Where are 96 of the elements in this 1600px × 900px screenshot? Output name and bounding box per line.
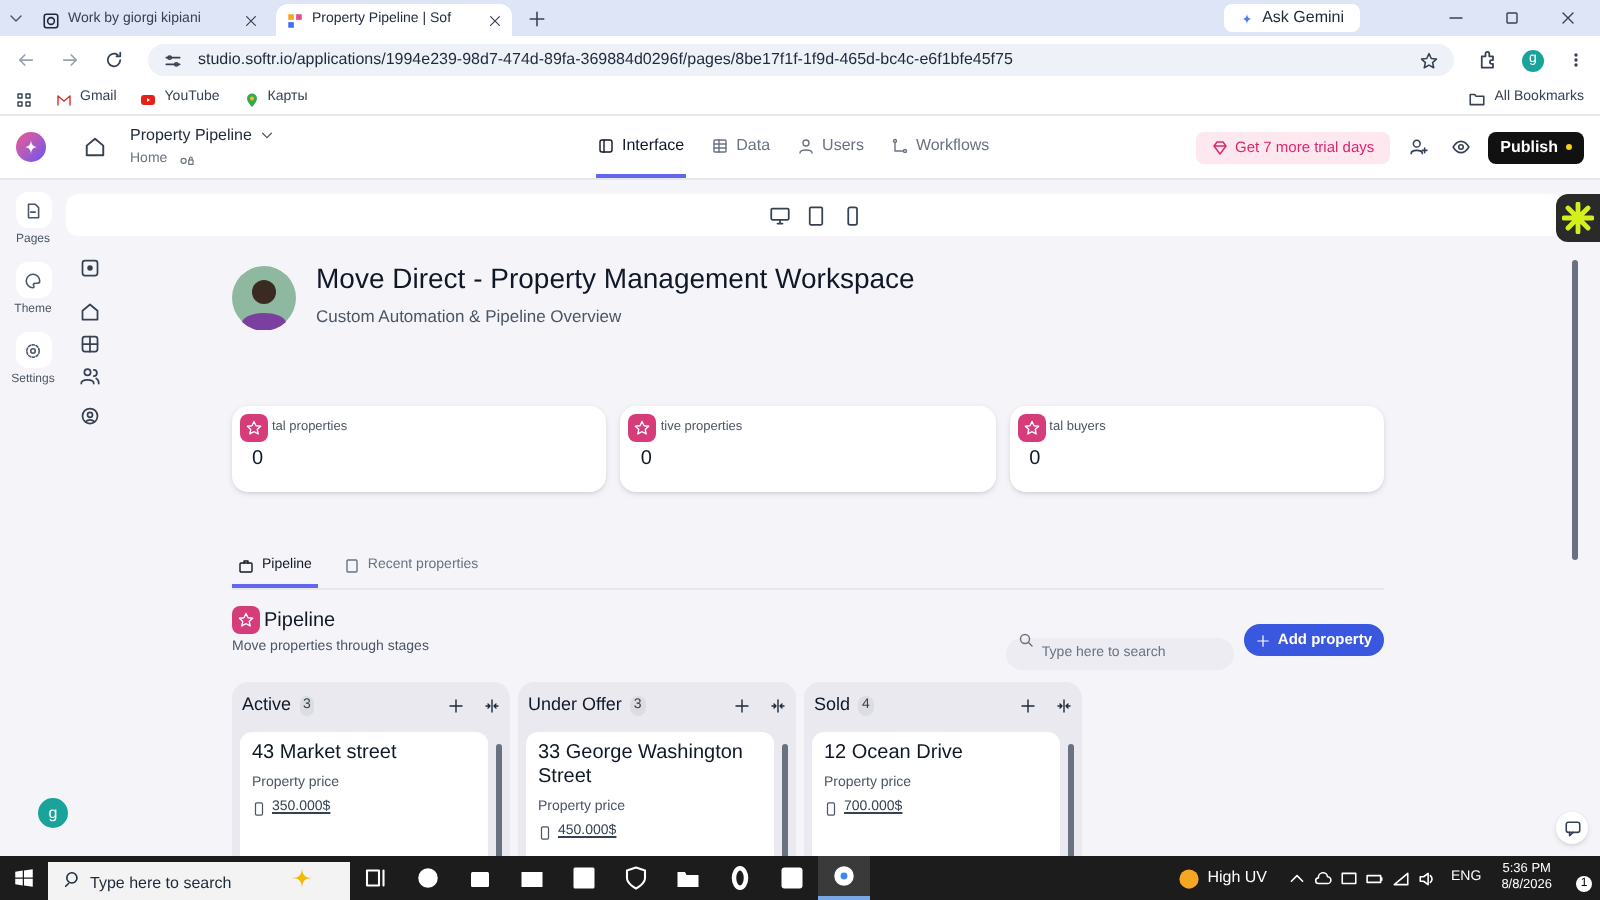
chat-icon <box>1563 819 1581 837</box>
profile-photo-icon <box>232 266 296 330</box>
shield-icon[interactable] <box>624 866 648 890</box>
chevron-up-icon[interactable] <box>1287 869 1306 887</box>
app-name[interactable]: Property Pipeline <box>130 123 252 148</box>
lock-icon <box>175 154 198 166</box>
home-icon[interactable] <box>80 302 100 322</box>
star-icon <box>246 420 262 436</box>
phone-icon[interactable] <box>841 205 861 225</box>
stat-value: 0 <box>640 446 654 474</box>
url-text: studio.softr.io/applications/1994e239-98d7-474d-89fa-369884d0296f/pages/8be17f1f-1f9d-465d-bc4c-e6f1bfe45f75 <box>198 48 1015 72</box>
maximize-icon[interactable] <box>1504 10 1520 26</box>
caret-icon[interactable] <box>8 10 24 26</box>
column-title: Active <box>242 692 292 718</box>
phone-icon <box>252 801 266 816</box>
sun-icon <box>1177 867 1200 889</box>
search-icon <box>1017 632 1034 648</box>
puzzle-icon[interactable] <box>1478 50 1498 70</box>
grid-icon[interactable] <box>80 334 100 354</box>
star-icon[interactable] <box>1420 51 1438 69</box>
plus-icon[interactable] <box>448 697 464 714</box>
caret-icon[interactable] <box>259 128 274 143</box>
page-icon <box>343 558 360 575</box>
flow-icon <box>891 137 908 153</box>
monitor-icon[interactable] <box>769 205 789 225</box>
user-circle-icon[interactable] <box>80 406 100 426</box>
page-subtitle: Custom Automation & Pipeline Overview <box>316 304 624 330</box>
column-title: Sold <box>814 692 851 718</box>
table-icon <box>712 137 729 153</box>
more-icon[interactable] <box>1568 50 1584 70</box>
folder-icon <box>1468 90 1487 108</box>
forward-icon[interactable] <box>60 50 80 70</box>
plus-icon[interactable] <box>1020 697 1036 714</box>
search-icon <box>64 870 82 888</box>
star-icon <box>1023 420 1040 436</box>
asterisk-icon <box>1562 202 1594 234</box>
play-icon <box>140 91 157 107</box>
sparkle-icon <box>1240 11 1255 25</box>
apps-grid-icon[interactable] <box>16 91 32 107</box>
reload-icon[interactable] <box>104 50 124 70</box>
plus-icon[interactable] <box>734 697 750 714</box>
panel-icon <box>598 137 614 153</box>
close-icon[interactable] <box>244 13 258 27</box>
battery-icon[interactable] <box>1365 869 1384 887</box>
page-title: Move Direct - Property Management Workspace <box>316 260 915 299</box>
ring-icon[interactable] <box>728 866 752 890</box>
diamond-icon <box>1211 139 1227 155</box>
resize-icon[interactable] <box>770 697 786 714</box>
grid-icon <box>286 11 304 29</box>
volume-icon[interactable] <box>1417 869 1436 887</box>
stat-value: 0 <box>1029 446 1043 474</box>
home-icon[interactable] <box>84 136 106 158</box>
page-icon <box>24 201 42 219</box>
address-bar[interactable]: studio.softr.io/applications/1994e239-98d7-474d-89fa-369884d0296f/pages/8be17f1f-1f9d-465d-bc4c-e6f1bfe45f75 <box>148 44 1454 76</box>
extension-widget[interactable] <box>1556 194 1600 242</box>
plus-icon[interactable] <box>528 9 546 27</box>
task-view-icon[interactable] <box>364 866 388 890</box>
sliders-icon <box>164 51 182 69</box>
phone-icon <box>824 801 838 816</box>
column-title: Under Offer <box>528 692 622 718</box>
section-title: Pipeline <box>264 607 336 635</box>
settings-icon <box>24 341 42 359</box>
user-icon <box>798 137 815 153</box>
star-icon <box>238 612 254 628</box>
cloud-icon[interactable] <box>1313 869 1332 887</box>
property-title: 12 Ocean Drive <box>824 741 965 765</box>
map-pin-icon <box>243 91 260 107</box>
nav-tab[interactable]: Data <box>710 116 773 178</box>
close-icon[interactable] <box>1560 10 1576 26</box>
resize-icon[interactable] <box>1056 697 1072 714</box>
plus-icon <box>1255 633 1270 647</box>
back-icon[interactable] <box>16 50 36 70</box>
chat-button[interactable] <box>1556 812 1588 844</box>
taskbar-search-field[interactable]: Type here to search <box>48 861 350 900</box>
windows-icon <box>14 868 34 888</box>
phone-icon <box>538 825 552 840</box>
briefcase-icon <box>238 558 254 575</box>
nav-tab[interactable]: Users <box>796 116 866 178</box>
palette-icon <box>24 271 42 289</box>
star-icon <box>634 420 651 436</box>
property-title: 43 Market street <box>252 741 399 765</box>
users-icon[interactable] <box>80 366 100 386</box>
star-icon <box>22 138 40 156</box>
weather-widget[interactable]: High UV <box>1177 866 1268 890</box>
folder-icon[interactable] <box>676 866 700 890</box>
expand-icon[interactable] <box>80 258 100 278</box>
ask-gemini-button[interactable]: Ask Gemini <box>1224 4 1360 32</box>
close-icon[interactable] <box>488 13 502 27</box>
property-title: 33 George Washington Street <box>538 741 745 789</box>
eye-icon[interactable] <box>1452 138 1471 156</box>
tablet-icon[interactable] <box>805 205 825 225</box>
publish-button[interactable]: Publish <box>1488 131 1584 163</box>
stat-value: 0 <box>252 446 266 474</box>
resize-icon[interactable] <box>484 697 500 714</box>
nav-tab[interactable]: Workflows <box>889 116 992 178</box>
add-user-icon[interactable] <box>1410 138 1429 156</box>
